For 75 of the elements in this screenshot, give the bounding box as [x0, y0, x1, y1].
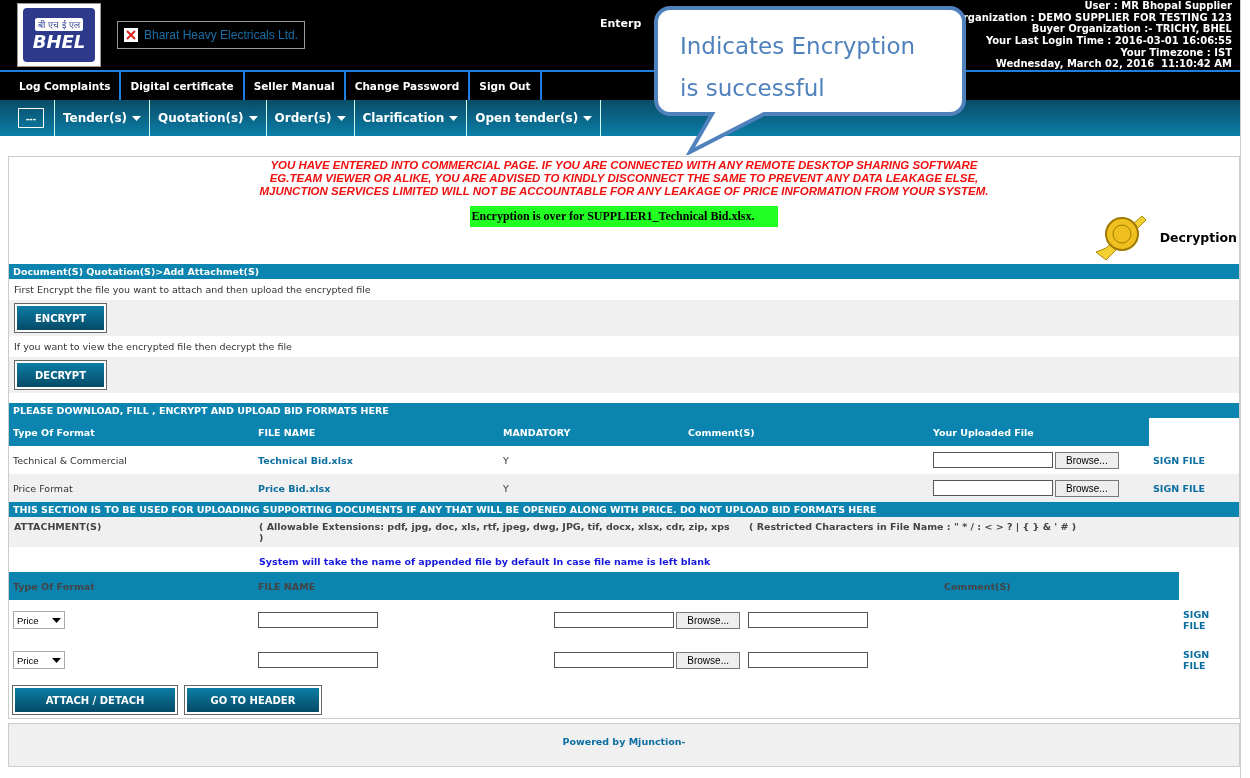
table-cell-text: Y	[502, 453, 510, 468]
user-info-line: Your Last Login Time : 2016-03-01 16:06:55	[985, 35, 1232, 47]
warning-text: YOU HAVE ENTERED INTO COMMERCIAL PAGE. IF YOU ARE CONNECTED WITH ANY REMOTE DESKTOP SHARING SOFTWARE	[270, 159, 978, 172]
column-header: Type Of Format	[9, 572, 254, 600]
table-cell-text: Y	[502, 481, 510, 496]
sign-file-link[interactable]: SIGN FILE	[1183, 609, 1213, 631]
file-path-field[interactable]	[554, 612, 675, 628]
caret-icon	[336, 115, 346, 121]
collapse-button[interactable]: ---	[18, 108, 44, 128]
restricted-characters-text: ( Restricted Characters in File Name : " * / : < > ? | { } & ' # )	[749, 521, 1078, 534]
nav-menu-item[interactable]: Tender(s)	[54, 100, 150, 136]
file-link[interactable]: Technical Bid.xlsx	[254, 446, 499, 474]
allowed-extensions-text: ( Allowable Extensions: pdf, jpg, doc, xls, rtf, jpeg, dwg, JPG, tif, docx, xlsx, cdr, zip, xps )	[259, 521, 731, 543]
file-name-note: System will take the name of appended file by default In case file name is left blank	[259, 556, 711, 567]
file-name-field[interactable]	[258, 612, 378, 628]
nav-menu-item[interactable]: Quotation(s)	[149, 100, 266, 136]
caret-icon	[449, 115, 459, 121]
action-button[interactable]: GO TO HEADER	[185, 686, 321, 714]
user-info-line: rganization : DEMO SUPPLIER FOR TESTING 123	[962, 11, 1232, 24]
encrypt-button[interactable]: ENCRYPT	[15, 304, 107, 332]
browse-button[interactable]: Browse...	[676, 611, 740, 629]
file-path-field[interactable]	[933, 480, 1053, 496]
comment-field[interactable]	[748, 652, 868, 668]
column-header: Comment(S)	[744, 572, 1179, 600]
caret-icon	[132, 115, 142, 121]
broken-image-icon	[124, 28, 138, 42]
column-header: Type Of Format	[9, 418, 254, 446]
caret-icon	[52, 617, 61, 623]
sign-file-link[interactable]: SIGN FILE	[1183, 649, 1213, 671]
encryption-status-message: Encryption is over for SUPPLIER1_Technical Bid.xlsx.	[469, 206, 779, 227]
section-header: Document(S) Quotation(S)>Add Attachmet(S)	[9, 264, 1239, 279]
table-cell-text: Technical & Commercial	[12, 453, 128, 468]
user-info-line: Your Timezone : IST	[1120, 46, 1232, 59]
user-info-line: Wednesday, March 02, 2016 11:10:42 AM	[995, 58, 1232, 71]
file-path-field[interactable]	[933, 452, 1053, 468]
sign-file-link[interactable]: SIGN FILE	[1153, 454, 1205, 466]
nav-menu-item[interactable]: Open tender(s)	[466, 100, 602, 136]
column-header: MANDATORY	[499, 418, 684, 446]
nav-menu-item[interactable]: Order(s)	[265, 100, 354, 136]
column-header: Comment(S)	[684, 418, 929, 446]
action-button[interactable]: ATTACH / DETACH	[13, 686, 177, 714]
decrypt-button[interactable]: DECRYPT	[15, 361, 106, 389]
browse-button[interactable]: Browse...	[676, 651, 740, 669]
file-path-field[interactable]	[554, 652, 675, 668]
instruction-text: If you want to view the encrypted file then decrypt the file	[13, 340, 293, 354]
instruction-text: First Encrypt the file you want to attach and then upload the encrypted file	[13, 283, 372, 297]
column-header: Your Uploaded File	[929, 418, 1149, 446]
table-cell-text: Price Format	[12, 481, 74, 496]
column-header: FILE NAME	[254, 418, 499, 446]
caret-icon	[248, 115, 258, 121]
attachment-label: ATTACHMENT(S)	[14, 521, 103, 534]
decryption-label: Decryption	[1159, 229, 1237, 245]
file-name-field[interactable]	[258, 652, 378, 668]
powered-by-link[interactable]: Powered by Mjunction-	[562, 736, 686, 766]
browse-button[interactable]: Browse...	[1055, 451, 1119, 469]
comment-field[interactable]	[748, 612, 868, 628]
user-info-line: Buyer Organization :- TRICHY, BHEL	[1031, 23, 1232, 35]
warning-text: EG.TEAM VIEWER OR ALIKE, YOU ARE ADVISED TO KINDLY DISCONNECT THE SAME TO PREVENT ANY DATA LEAKAGE ELSE,	[269, 172, 979, 185]
format-dropdown[interactable]: Price	[13, 651, 65, 669]
browse-button[interactable]: Browse...	[1055, 479, 1119, 497]
file-link[interactable]: Price Bid.xlsx	[254, 474, 499, 502]
format-dropdown[interactable]: Price	[13, 611, 65, 629]
sign-file-link[interactable]: SIGN FILE	[1153, 482, 1205, 494]
warning-text: MJUNCTION SERVICES LIMITED WILL NOT BE ACCOUNTABLE FOR ANY LEAKAGE OF PRICE INFORMATION FROM YOUR SYSTEM.	[259, 185, 989, 198]
section-header: THIS SECTION IS TO BE USED FOR UPLOADING SUPPORTING DOCUMENTS IF ANY THAT WILL BE OPENED ALONG WITH PRICE. DO NOT UPLOAD BID FORMATS HERE	[9, 502, 1239, 517]
section-header: PLEASE DOWNLOAD, FILL , ENCRYPT AND UPLOAD BID FORMATS HERE	[9, 403, 1239, 418]
user-info-line: User : MR Bhopal Supplier	[1084, 0, 1232, 12]
caret-icon	[583, 115, 593, 121]
image-alt-text: Bharat Heavy Electricals Ltd.	[144, 28, 299, 42]
company-logo: बी एच ई एल BHEL	[17, 3, 101, 67]
callout-text: Indicates Encryption is successful	[680, 32, 917, 103]
caret-icon	[52, 657, 61, 663]
nav-menu-item[interactable]: Clarification	[353, 100, 467, 136]
portal-title: Enterp	[600, 17, 642, 30]
column-header: FILE NAME	[254, 572, 744, 600]
